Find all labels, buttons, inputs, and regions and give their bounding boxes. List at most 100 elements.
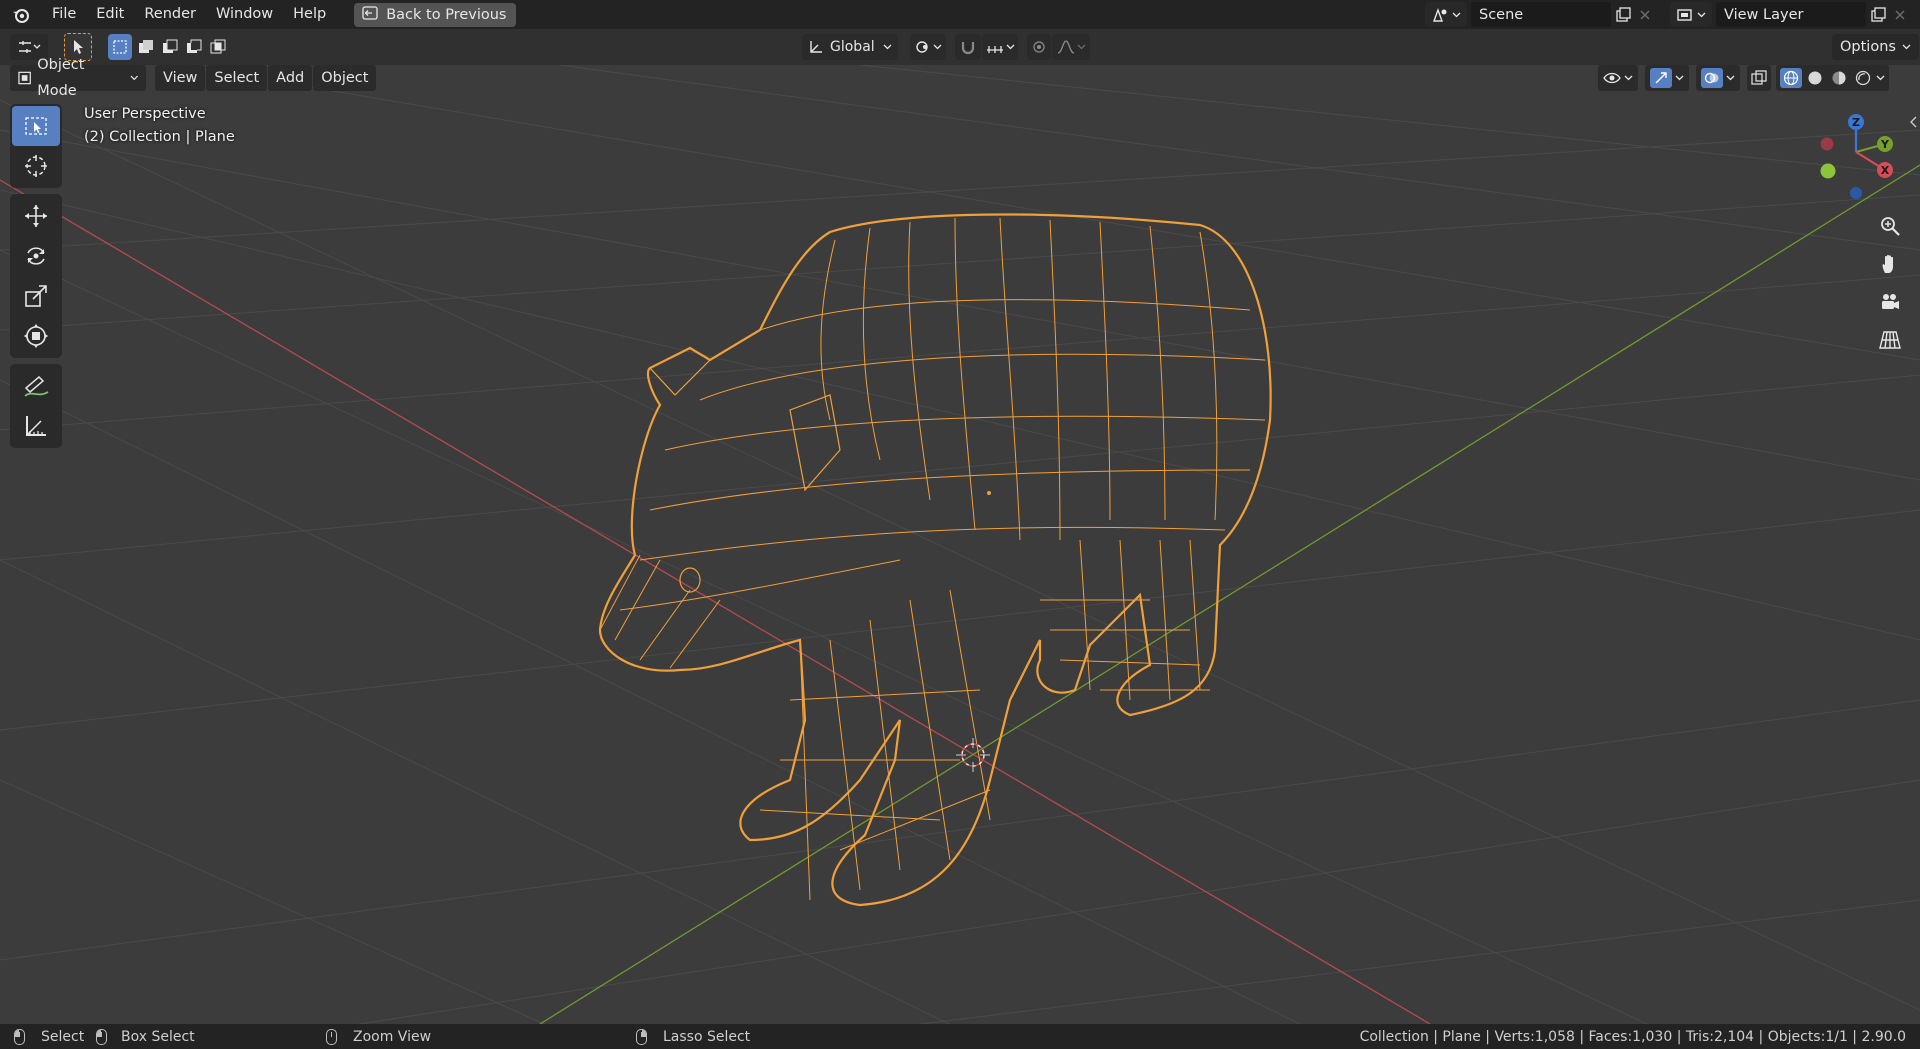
chevron-down-icon: [1902, 44, 1911, 50]
zoom-magnifier-icon: [1881, 217, 1900, 236]
tool-transform[interactable]: [12, 316, 60, 356]
hand-icon: [1882, 254, 1893, 273]
overlays-dropdown[interactable]: [1696, 65, 1740, 91]
status-box-select-label: Box Select: [121, 1028, 195, 1045]
chevron-down-icon[interactable]: [1876, 75, 1885, 81]
visibility-dropdown[interactable]: [1598, 65, 1638, 91]
annotate-pencil-icon: [24, 375, 49, 397]
chevron-down-icon: [1697, 12, 1706, 17]
scene-statistics: Collection | Plane | Verts:1,058 | Faces…: [1359, 1028, 1906, 1045]
mouse-drag-icon: [96, 1028, 107, 1045]
gizmo-toggle-icon[interactable]: [1650, 68, 1672, 88]
menu-window[interactable]: Window: [206, 0, 283, 29]
object-mode-dropdown[interactable]: Object Mode: [10, 57, 146, 99]
sidebar-toggle-icon[interactable]: [1908, 116, 1918, 132]
gizmo-y-label: Y: [1880, 138, 1890, 151]
status-zoom-hint: Zoom View: [326, 1024, 431, 1049]
chevron-down-icon: [1624, 75, 1633, 81]
delete-scene-icon[interactable]: [1635, 2, 1655, 27]
viewport-grid: [0, 65, 1920, 1024]
tool-settings-bar: Global Options: [0, 29, 1920, 65]
tool-rotate[interactable]: [12, 236, 60, 276]
toolshelf: [10, 104, 62, 454]
viewport-collection-label: (2) Collection | Plane: [84, 129, 235, 145]
tool-annotate[interactable]: [12, 366, 60, 406]
measure-ruler-icon: [26, 416, 46, 436]
mode-subtract-button[interactable]: [158, 34, 182, 60]
perspective-toggle-button[interactable]: [1873, 323, 1907, 357]
new-view-layer-icon[interactable]: [1866, 2, 1890, 27]
status-lasso-hint: Lasso Select: [636, 1024, 750, 1049]
menu-object[interactable]: Object: [313, 65, 377, 91]
menu-edit[interactable]: Edit: [86, 0, 134, 29]
view-layer-browse-button[interactable]: [1670, 2, 1712, 27]
tool-scale[interactable]: [12, 276, 60, 316]
mouse-left-icon: [14, 1028, 25, 1045]
delete-view-layer-icon[interactable]: [1890, 2, 1910, 27]
chevron-down-icon: [1006, 44, 1014, 50]
eye-icon: [1603, 72, 1621, 84]
magnet-icon: [961, 42, 975, 55]
options-dropdown[interactable]: Options: [1832, 34, 1919, 60]
options-label: Options: [1840, 39, 1896, 55]
falloff-dropdown[interactable]: [1052, 34, 1090, 60]
scene-name-field[interactable]: Scene: [1471, 2, 1611, 27]
mode-difference-button[interactable]: [182, 34, 206, 60]
y-axis-line: [539, 164, 1920, 1024]
back-icon: [362, 5, 378, 24]
viewport-display-controls: [1598, 64, 1890, 92]
scale-icon: [25, 285, 47, 307]
x-axis-line: [0, 179, 1431, 1024]
menu-add[interactable]: Add: [268, 65, 313, 91]
wireframe-shading-icon[interactable]: [1780, 68, 1802, 88]
transform-icon: [24, 324, 48, 348]
mode-intersect-button[interactable]: [206, 34, 230, 60]
status-zoom-label: Zoom View: [353, 1028, 432, 1045]
navigation-gizmo[interactable]: Z Y X: [1810, 108, 1910, 208]
material-shading-icon[interactable]: [1828, 68, 1850, 88]
overlays-toggle-icon[interactable]: [1701, 68, 1723, 88]
camera-view-button[interactable]: [1873, 285, 1907, 319]
solid-shading-icon[interactable]: [1804, 68, 1826, 88]
tool-select-box[interactable]: [12, 106, 60, 146]
chevron-down-icon: [130, 75, 138, 81]
view-layer-name-field[interactable]: View Layer: [1716, 2, 1866, 27]
xray-toggle-button[interactable]: [1747, 65, 1771, 91]
menu-select[interactable]: Select: [206, 65, 268, 91]
zoom-view-button[interactable]: [1873, 209, 1907, 243]
viewport-perspective-label: User Perspective: [84, 106, 206, 122]
new-scene-icon[interactable]: [1611, 2, 1635, 27]
object-mode-icon: [18, 71, 31, 85]
transform-orientation-dropdown[interactable]: Global: [802, 34, 898, 60]
shading-mode-group: [1776, 65, 1889, 91]
snap-toggle-button[interactable]: [955, 34, 981, 60]
back-to-previous-button[interactable]: Back to Previous: [354, 2, 517, 27]
snap-target-dropdown[interactable]: [982, 34, 1018, 60]
gizmo-dropdown[interactable]: [1645, 65, 1689, 91]
rendered-shading-icon[interactable]: [1852, 68, 1874, 88]
3d-viewport[interactable]: [0, 65, 1920, 1024]
falloff-curve-icon: [1057, 40, 1074, 54]
menu-help[interactable]: Help: [283, 0, 336, 29]
select-extend-icon: [139, 40, 153, 53]
pivot-point-dropdown[interactable]: [910, 34, 946, 60]
chevron-down-icon: [1675, 75, 1684, 81]
menu-render[interactable]: Render: [134, 0, 206, 29]
proportional-edit-button[interactable]: [1027, 34, 1051, 60]
tool-move[interactable]: [12, 196, 60, 236]
blender-logo-icon[interactable]: [0, 0, 42, 29]
gizmo-x-label: X: [1881, 164, 1890, 177]
mode-extend-button[interactable]: [134, 34, 158, 60]
view-layer-icon: [1677, 8, 1692, 21]
pan-view-button[interactable]: [1873, 247, 1907, 281]
gizmo-z-label: Z: [1852, 116, 1860, 129]
tool-cursor[interactable]: [12, 146, 60, 186]
snap-increment-icon: [986, 46, 1003, 53]
scene-browse-button[interactable]: [1425, 2, 1467, 27]
tool-measure[interactable]: [12, 406, 60, 446]
menu-view[interactable]: View: [155, 65, 206, 91]
select-difference-icon: [187, 39, 202, 53]
chevron-down-icon: [933, 44, 942, 50]
menu-file[interactable]: File: [42, 0, 86, 29]
chevron-down-icon: [1452, 12, 1461, 17]
